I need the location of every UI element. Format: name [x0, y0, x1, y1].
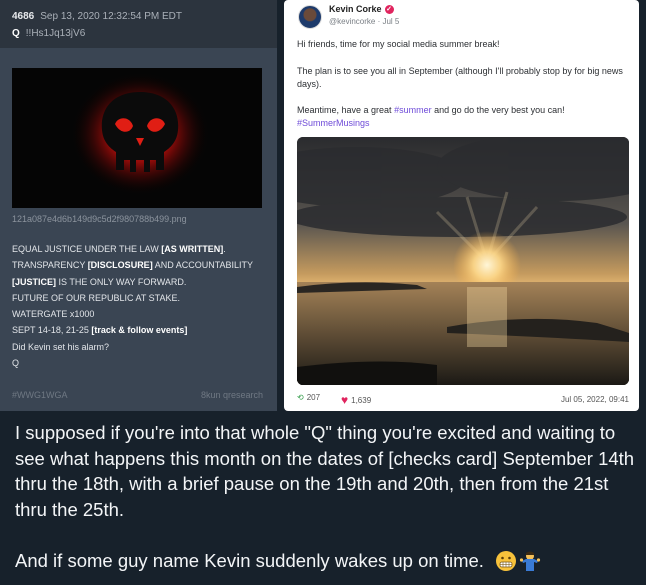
post-line: Q	[12, 358, 20, 369]
post-line: TRANSPARENCY [DISCLOSURE] AND ACCOUNTABI…	[12, 260, 254, 271]
tweet-handle[interactable]: @kevincorke · Jul 5	[329, 17, 399, 26]
image-filename[interactable]: 121a087e4d6b149d9c5d2f980788b499.png	[12, 214, 187, 224]
tweet-paragraph-3: Meantime, have a great #summer and go do…	[297, 105, 565, 128]
like-count: 1,639	[351, 396, 372, 405]
tweet-card: Kevin Corke ✓ @kevincorke · Jul 5 Hi frie…	[284, 0, 639, 411]
grimacing-face-icon	[495, 550, 517, 572]
retweet-count: 207	[306, 393, 321, 402]
q-post-panel: 4686 Sep 13, 2020 12:32:54 PM EDT Q !!Hs1J…	[0, 0, 277, 411]
tweet-paragraph-1: Hi friends, time for my social media sum…	[297, 39, 500, 49]
verified-badge-icon: ✓	[384, 5, 394, 15]
post-line: FUTURE OF OUR REPUBLIC AT STAKE.	[12, 292, 181, 303]
post-line: EQUAL JUSTICE UNDER THE LAW [AS WRITTEN]…	[12, 244, 226, 254]
hashtag-summer[interactable]: #summer	[394, 105, 432, 115]
retweet-icon: ⟲	[297, 393, 304, 402]
post-line: WATERGATE x1000	[12, 309, 95, 320]
retweet-button[interactable]: ⟲ 207	[297, 393, 320, 402]
hashtag-summer-musings[interactable]: #SummerMusings	[297, 118, 370, 128]
avatar[interactable]	[298, 5, 322, 29]
caption-line-2: And if some guy name Kevin suddenly wake…	[15, 550, 541, 572]
footer-hashtag: #WWG1WGA	[12, 390, 68, 400]
tweet-timestamp[interactable]: Jul 05, 2022, 09:41	[561, 395, 629, 404]
post-line: Did Kevin set his alarm?	[12, 341, 110, 352]
sunset-photo[interactable]	[297, 137, 629, 385]
q-post-header: 4686 Sep 13, 2020 12:32:54 PM EDT Q !!Hs1J…	[0, 0, 277, 48]
tweet-author-name[interactable]: Kevin Corke	[329, 4, 382, 14]
post-line: SEPT 14-18, 21-25 [track & follow events…	[12, 325, 188, 336]
caption-text-2: And if some guy name Kevin suddenly wake…	[15, 550, 484, 571]
post-author: Q	[12, 28, 20, 39]
tweet-paragraph-2: The plan is to see you all in September …	[297, 66, 623, 89]
tweet-footer: ⟲ 207 ♥ 1,639 Jul 05, 2022, 09:41	[297, 393, 629, 409]
q-post-body: EQUAL JUSTICE UNDER THE LAW [AS WRITTEN]…	[12, 241, 272, 371]
footer-source: 8kun qresearch	[200, 390, 263, 400]
post-number[interactable]: 4686	[12, 11, 34, 22]
person-shrugging-icon	[519, 550, 541, 572]
post-line: [JUSTICE] IS THE ONLY WAY FORWARD.	[12, 276, 187, 287]
heart-icon: ♥	[341, 393, 349, 407]
post-tripcode: !!Hs1Jq13jV6	[25, 28, 86, 39]
post-date: Sep 13, 2020 12:32:54 PM EDT	[40, 11, 183, 22]
caption-text: I supposed if you're into that whole "Q"…	[15, 422, 635, 520]
punisher-skull-image[interactable]	[12, 68, 262, 208]
like-button[interactable]: ♥ 1,639	[341, 393, 371, 407]
